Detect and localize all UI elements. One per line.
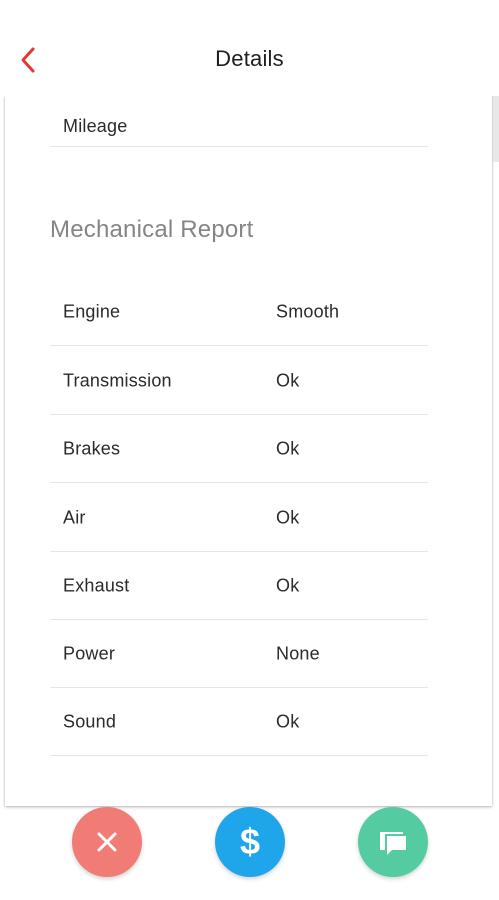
price-button[interactable]: $ <box>215 807 285 877</box>
row-value: Ok <box>276 438 300 458</box>
report-row-air: Air Ok <box>50 484 428 552</box>
report-row-transmission: Transmission Ok <box>50 347 428 415</box>
mileage-row: Mileage <box>50 96 428 147</box>
app-screen: Details Mileage Mechanical Report Engine… <box>0 0 499 900</box>
report-row-exhaust: Exhaust Ok <box>50 552 428 620</box>
reject-button[interactable] <box>72 807 142 877</box>
scrollbar[interactable] <box>492 96 499 162</box>
row-label: Power <box>63 643 116 663</box>
row-value: None <box>276 643 320 663</box>
mileage-label: Mileage <box>63 116 128 136</box>
chat-icon <box>380 832 406 855</box>
row-label: Sound <box>63 711 117 731</box>
row-label: Brakes <box>63 438 121 458</box>
details-card: Mileage Mechanical Report Engine Smooth … <box>5 96 492 806</box>
row-label: Exhaust <box>63 575 130 595</box>
dollar-icon: $ <box>239 821 261 862</box>
row-value: Smooth <box>276 301 340 321</box>
row-label: Transmission <box>63 370 172 390</box>
row-value: Ok <box>276 711 300 731</box>
row-value: Ok <box>276 370 300 390</box>
row-value: Ok <box>276 575 300 595</box>
report-row-engine: Engine Smooth <box>50 278 428 346</box>
chat-button[interactable] <box>358 807 428 877</box>
close-icon <box>97 832 117 852</box>
report-row-sound: Sound Ok <box>50 688 428 756</box>
report-row-power: Power None <box>50 620 428 688</box>
header-bar: Details <box>0 0 499 96</box>
report-row-brakes: Brakes Ok <box>50 415 428 483</box>
mechanical-report-title: Mechanical Report <box>50 216 254 243</box>
row-label: Air <box>63 507 86 527</box>
row-value: Ok <box>276 507 300 527</box>
page-title: Details <box>215 46 284 71</box>
row-label: Engine <box>63 301 121 321</box>
